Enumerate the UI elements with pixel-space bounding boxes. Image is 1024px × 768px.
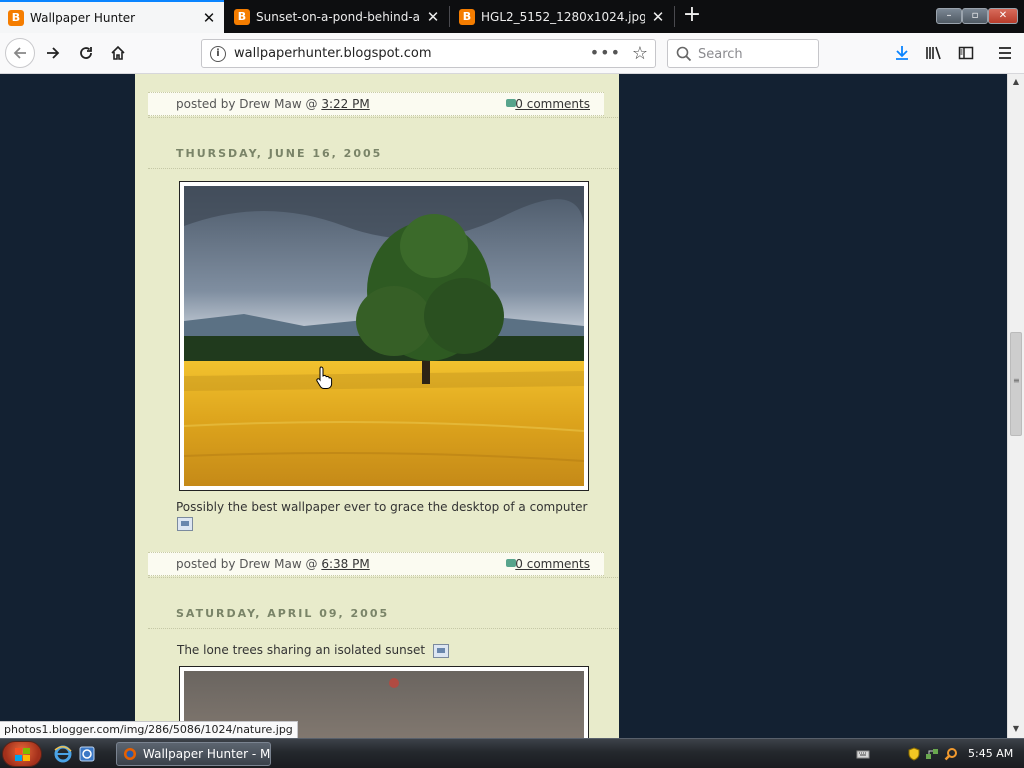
tab-hgl2-jpeg[interactable]: B HGL2_5152_1280x1024.jpg (JPEG ✕	[451, 0, 673, 33]
bookmark-star-icon[interactable]: ☆	[632, 43, 648, 64]
taskbar-window-title: Wallpaper Hunter - My...	[143, 747, 271, 761]
divider	[148, 577, 618, 578]
magnifier-icon[interactable]	[944, 747, 958, 761]
comments-link[interactable]: 0 comments	[515, 557, 590, 571]
post-time-link[interactable]: 6:38 PM	[321, 557, 369, 571]
post-caption: The lone trees sharing an isolated sunse…	[177, 643, 449, 658]
taskbar-window-button[interactable]: Wallpaper Hunter - My...	[116, 742, 271, 766]
posted-by-text: posted by Drew Maw @	[176, 97, 318, 111]
taskbar-clock: 5:45 AM	[968, 747, 1014, 760]
tab-close-icon[interactable]: ✕	[651, 9, 665, 24]
forward-button[interactable]	[39, 39, 67, 67]
address-bar[interactable]: i wallpaperhunter.blogspot.com ••• ☆	[201, 39, 656, 68]
hand-cursor-icon	[316, 366, 333, 389]
close-window-button[interactable]: ✕	[988, 8, 1018, 24]
library-icon	[926, 46, 941, 60]
page-scrollbar[interactable]: ▲ ≡ ▼	[1007, 74, 1024, 738]
tab-sunset-pond[interactable]: B Sunset-on-a-pond-behind-a-tree-v ✕	[226, 0, 448, 33]
shield-icon[interactable]	[907, 747, 921, 761]
post-author-line: posted by Drew Maw @ 3:22 PM	[176, 97, 370, 111]
home-button[interactable]	[104, 39, 132, 67]
image-link-icon[interactable]	[432, 643, 449, 658]
sidebar-button[interactable]	[953, 40, 979, 66]
maximize-button[interactable]: ▫	[962, 8, 988, 24]
scrollbar-thumb[interactable]: ≡	[1010, 332, 1022, 436]
explorer-quicklaunch-icon[interactable]	[78, 745, 96, 763]
tab-separator	[449, 6, 450, 27]
new-tab-button[interactable]: +	[680, 4, 704, 28]
start-orb-icon	[15, 748, 31, 762]
tab-bar: B Wallpaper Hunter ✕ B Sunset-on-a-pond-…	[0, 0, 1024, 33]
start-button[interactable]	[2, 741, 42, 767]
page-actions-icon[interactable]: •••	[590, 43, 621, 62]
post-date-header: SATURDAY, APRIL 09, 2005	[176, 607, 390, 620]
page-viewport: posted by Drew Maw @ 3:22 PM 0 comments …	[0, 74, 1007, 738]
search-input[interactable]: Search	[667, 39, 819, 68]
link-status-overlay: photos1.blogger.com/img/286/5086/1024/na…	[0, 721, 298, 739]
info-icon[interactable]: i	[210, 46, 226, 62]
menu-button[interactable]	[992, 40, 1018, 66]
post-time-link[interactable]: 3:22 PM	[321, 97, 369, 111]
download-button[interactable]	[889, 40, 915, 66]
home-icon	[111, 45, 125, 60]
post-author-line: posted by Drew Maw @ 6:38 PM	[176, 557, 370, 571]
posted-by-text: posted by Drew Maw @	[176, 557, 318, 571]
tab-title: HGL2_5152_1280x1024.jpg (JPEG	[481, 9, 645, 24]
search-icon	[676, 46, 692, 62]
tab-title: Sunset-on-a-pond-behind-a-tree-v	[256, 9, 420, 24]
menu-icon	[999, 47, 1011, 59]
tab-close-icon[interactable]: ✕	[202, 10, 216, 25]
tab-separator	[674, 6, 675, 27]
wallpaper-image-link[interactable]	[179, 181, 589, 491]
post-caption: Possibly the best wallpaper ever to grac…	[176, 500, 588, 514]
divider	[148, 628, 618, 629]
comments-link[interactable]: 0 comments	[515, 97, 590, 111]
reload-icon	[80, 47, 92, 59]
keyboard-icon[interactable]	[856, 747, 870, 761]
firefox-window-icon	[124, 748, 136, 760]
divider	[148, 117, 618, 118]
post-footer: posted by Drew Maw @ 6:38 PM 0 comments	[148, 552, 604, 576]
divider	[148, 168, 618, 169]
tree-field-image	[183, 186, 585, 486]
blogger-favicon-icon: B	[8, 9, 24, 26]
image-link-icon[interactable]	[177, 517, 193, 531]
windows-taskbar: Wallpaper Hunter - My... 5:45 AM	[0, 738, 1024, 768]
minimize-button[interactable]: –	[936, 8, 962, 24]
post-footer: posted by Drew Maw @ 3:22 PM 0 comments	[148, 92, 604, 116]
navigation-toolbar: i wallpaperhunter.blogspot.com ••• ☆ Sea…	[0, 33, 1024, 74]
post-caption-text: The lone trees sharing an isolated sunse…	[177, 643, 426, 657]
sidebar-icon	[958, 46, 974, 60]
search-placeholder: Search	[698, 47, 743, 62]
tab-close-icon[interactable]: ✕	[426, 9, 440, 24]
reload-button[interactable]	[72, 39, 100, 67]
url-text[interactable]: wallpaperhunter.blogspot.com	[234, 46, 432, 61]
download-icon	[896, 46, 908, 60]
scroll-down-arrow-icon[interactable]: ▼	[1008, 721, 1024, 737]
tab-wallpaper-hunter[interactable]: B Wallpaper Hunter ✕	[0, 0, 224, 33]
scroll-up-arrow-icon[interactable]: ▲	[1008, 74, 1024, 90]
back-button[interactable]	[5, 38, 35, 68]
ie-icon[interactable]	[54, 745, 72, 763]
library-button[interactable]	[921, 40, 947, 66]
blogger-favicon-icon: B	[234, 8, 250, 25]
network-icon[interactable]	[925, 747, 939, 761]
tab-title: Wallpaper Hunter	[30, 10, 136, 25]
post-date-header: THURSDAY, JUNE 16, 2005	[176, 147, 383, 160]
forward-arrow-icon	[47, 47, 60, 59]
back-arrow-icon	[13, 47, 26, 59]
blogger-favicon-icon: B	[459, 8, 475, 25]
